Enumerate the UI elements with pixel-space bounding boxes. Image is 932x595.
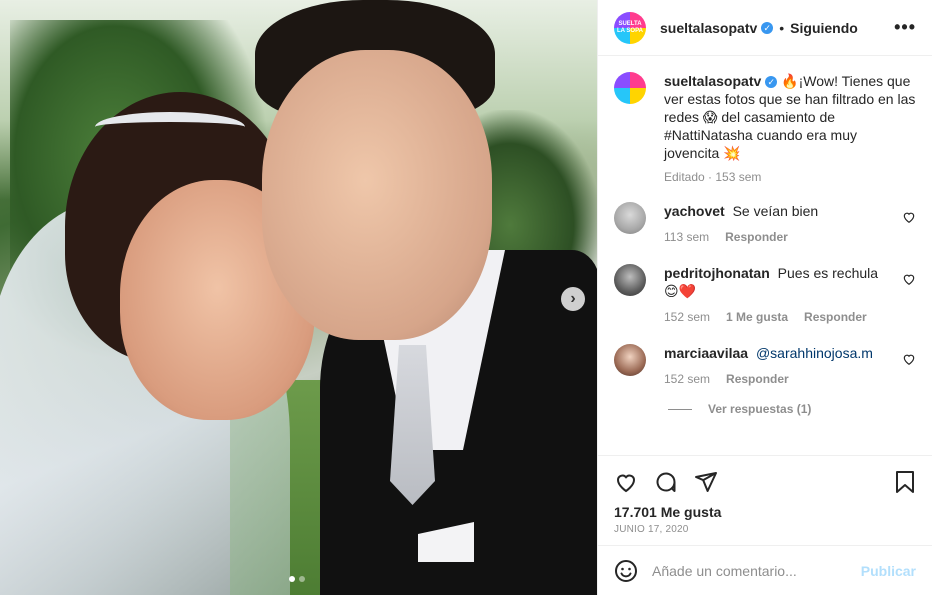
reply-button[interactable]: Responder <box>725 228 788 246</box>
comment-avatar[interactable] <box>614 344 646 376</box>
carousel-dot <box>299 576 305 582</box>
heart-icon[interactable] <box>902 210 916 224</box>
comment-username[interactable]: marciaavilaa <box>664 345 748 361</box>
username-link[interactable]: sueltalasopatv <box>660 20 757 36</box>
replies-line <box>668 408 692 410</box>
post-actions: 17.701 Me gusta JUNIO 17, 2020 <box>598 455 932 545</box>
comment-body: yachovet Se veían bien 113 sem Responder <box>664 202 916 246</box>
comment-time: 113 sem <box>664 230 710 244</box>
comment-avatar[interactable] <box>614 264 646 296</box>
comment-body: marciaavilaa @sarahhinojosa.m 152 sem Re… <box>664 344 916 388</box>
comment-avatar[interactable] <box>614 202 646 234</box>
chevron-right-icon: › <box>570 290 576 307</box>
logo-text: SUELTA LA SOPA <box>616 20 643 34</box>
verified-icon: ✓ <box>761 21 774 34</box>
share-icon[interactable] <box>694 470 718 494</box>
post-header: SUELTA LA SOPA sueltalasopatv ✓ • Siguie… <box>598 0 932 56</box>
instagram-post: › SUELTA LA SOPA sueltalasopatv ✓ • Sigu… <box>0 0 932 595</box>
comment-text: @sarahhinojosa.m <box>755 345 873 361</box>
caption-meta: Editado · 153 sem <box>664 170 762 184</box>
comment-meta: 152 sem 1 Me gusta Responder <box>664 308 890 326</box>
groom-face <box>262 50 492 340</box>
view-replies-label: Ver respuestas (1) <box>708 402 812 416</box>
comment-meta: 152 sem Responder <box>664 370 890 388</box>
comment-item: yachovet Se veían bien 113 sem Responder <box>614 202 916 246</box>
comment-time: 152 sem <box>664 310 711 324</box>
comment-text: Se veían bien <box>732 203 819 219</box>
like-icon[interactable] <box>614 470 638 494</box>
comment-item: marciaavilaa @sarahhinojosa.m 152 sem Re… <box>614 344 916 388</box>
caption-body: sueltalasopatv ✓ 🔥¡Wow! Tienes que ver es… <box>664 72 916 184</box>
comment-icon[interactable] <box>654 470 678 494</box>
comment-item: pedritojhonatan Pues es rechula 😊❤️ 152 … <box>614 264 916 326</box>
post-side-panel: SUELTA LA SOPA sueltalasopatv ✓ • Siguie… <box>597 0 932 595</box>
comment-meta: 113 sem Responder <box>664 228 890 246</box>
reply-button[interactable]: Responder <box>726 370 789 388</box>
header-user: sueltalasopatv ✓ • Siguiendo <box>660 20 858 36</box>
caption-text-wrap: sueltalasopatv ✓ 🔥¡Wow! Tienes que ver es… <box>664 72 916 162</box>
carousel-dot-active <box>289 576 295 582</box>
reply-button[interactable]: Responder <box>804 308 867 326</box>
view-replies-button[interactable]: Ver respuestas (1) <box>668 402 916 416</box>
post-caption: sueltalasopatv ✓ 🔥¡Wow! Tienes que ver es… <box>614 72 916 184</box>
next-image-button[interactable]: › <box>561 287 585 311</box>
account-avatar[interactable]: SUELTA LA SOPA <box>614 11 646 44</box>
post-photo[interactable]: › <box>0 0 597 595</box>
dot-separator: • <box>779 19 785 36</box>
publish-button[interactable]: Publicar <box>861 563 916 579</box>
comment-body: pedritojhonatan Pues es rechula 😊❤️ 152 … <box>664 264 916 326</box>
add-comment-bar: Añade un comentario... Publicar <box>598 545 932 595</box>
tiara <box>95 112 245 142</box>
likes-count[interactable]: 17.701 Me gusta <box>614 504 916 520</box>
verified-icon: ✓ <box>765 76 778 88</box>
caption-username[interactable]: sueltalasopatv <box>664 73 761 89</box>
following-button[interactable]: Siguiendo <box>790 20 858 36</box>
heart-icon[interactable] <box>902 352 916 366</box>
comment-likes[interactable]: 1 Me gusta <box>726 308 788 326</box>
comment-username[interactable]: yachovet <box>664 203 725 219</box>
more-options-icon[interactable]: ••• <box>894 17 916 38</box>
caption-avatar[interactable] <box>614 72 646 104</box>
emoji-icon[interactable] <box>614 559 638 583</box>
action-icons <box>614 468 916 496</box>
comment-time: 152 sem <box>664 372 711 386</box>
comment-input[interactable]: Añade un comentario... <box>652 563 847 579</box>
carousel-dots <box>289 576 305 582</box>
heart-icon[interactable] <box>902 272 916 286</box>
comment-username[interactable]: pedritojhonatan <box>664 265 770 281</box>
bookmark-icon[interactable] <box>894 470 916 494</box>
comments-area[interactable]: sueltalasopatv ✓ 🔥¡Wow! Tienes que ver es… <box>598 56 932 455</box>
post-date: JUNIO 17, 2020 <box>614 524 689 535</box>
